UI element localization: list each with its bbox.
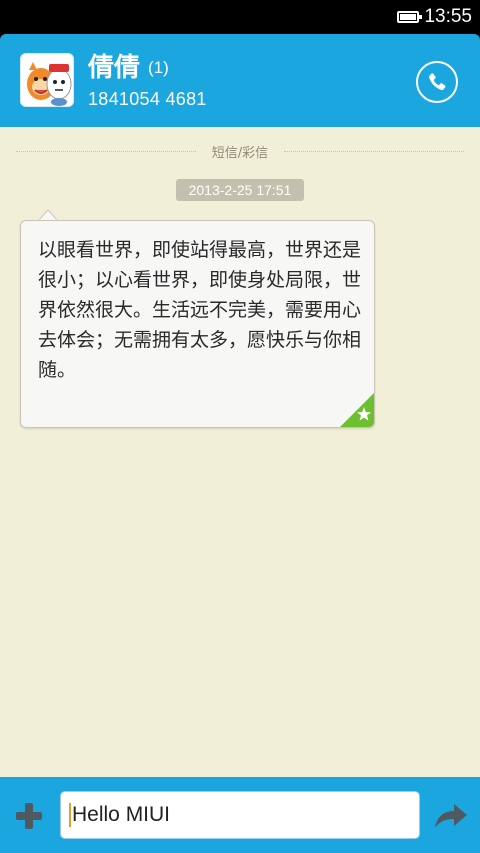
- status-time: 13:55: [424, 6, 472, 27]
- avatar-cartoon-icon[interactable]: [20, 53, 74, 107]
- message-text: 以眼看世界，即使站得最高，世界还是很小；以心看世界，即使身处局限，世界依然很大。…: [38, 239, 362, 381]
- phone-icon: [429, 73, 446, 91]
- message-list[interactable]: 短信/彩信 2013-2-25 17:51 以眼看世界，即使站得最高，世界还是很…: [0, 127, 480, 777]
- star-icon[interactable]: [340, 393, 374, 427]
- message-input-value: Hello MIUI: [72, 803, 171, 826]
- message-type-divider: 短信/彩信: [16, 141, 464, 161]
- battery-icon: [397, 11, 423, 23]
- message-timestamp: 2013-2-25 17:51: [176, 179, 304, 201]
- text-caret: [69, 803, 71, 827]
- status-bar: 13:55: [0, 0, 480, 34]
- battery-level: [400, 14, 417, 20]
- conversation-header: 倩倩 (1) 1841054 4681: [0, 34, 480, 127]
- message-bubble[interactable]: 以眼看世界，即使站得最高，世界还是很小；以心看世界，即使身处局限，世界依然很大。…: [20, 220, 375, 428]
- phone-number: 1841054 4681: [88, 89, 207, 109]
- divider-label: 短信/彩信: [205, 146, 275, 161]
- call-button[interactable]: [416, 61, 458, 103]
- unread-count: (1): [148, 58, 169, 77]
- plus-icon[interactable]: [14, 801, 44, 831]
- composer-bar: Hello MIUI: [0, 777, 480, 853]
- contact-name: 倩倩: [88, 53, 141, 83]
- send-arrow-icon[interactable]: [434, 802, 468, 830]
- message-input[interactable]: Hello MIUI: [60, 791, 420, 839]
